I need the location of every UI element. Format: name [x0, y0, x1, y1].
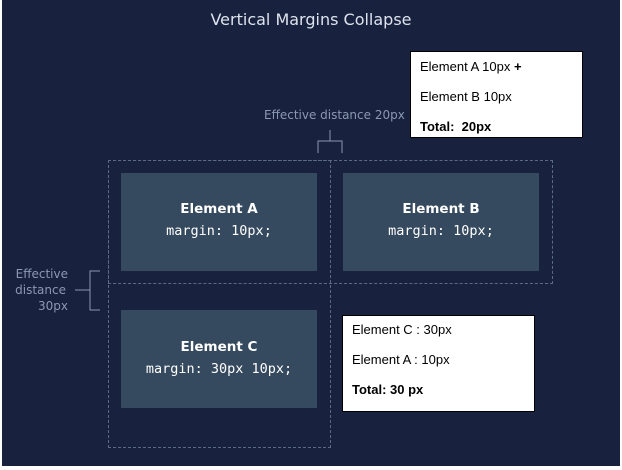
vertical-distance-label-line-1: Effective: [15, 267, 68, 281]
callout-bottom-line-2: Element A : 10px: [352, 352, 450, 367]
horizontal-distance-label: Effective distance 20px: [264, 108, 405, 122]
vertical-distance-label-line-3: 30px: [38, 299, 68, 313]
callout-top-line-1: Element A 10px +: [420, 59, 522, 74]
diagram-canvas: Vertical Margins Collapse Element A marg…: [0, 0, 622, 470]
vertical-distance-label-line-2: distance: [15, 283, 66, 297]
callout-horizontal-total: Element A 10px + Element B 10px Total: 2…: [410, 51, 583, 138]
horizontal-distance-bracket: [317, 140, 343, 153]
vertical-distance-bracket: [89, 270, 100, 311]
callout-top-plus-sign: +: [513, 59, 522, 74]
callout-top-line-1-text: Element A 10px: [420, 59, 511, 74]
callout-bottom-line-1: Element C : 30px: [352, 322, 452, 337]
callout-vertical-total: Element C : 30px Element A : 10px Total:…: [342, 315, 535, 412]
callout-top-line-2: Element B 10px: [420, 89, 512, 104]
callout-top-total: Total: 20px: [420, 119, 492, 134]
callout-bottom-total: Total: 30 px: [352, 382, 424, 397]
